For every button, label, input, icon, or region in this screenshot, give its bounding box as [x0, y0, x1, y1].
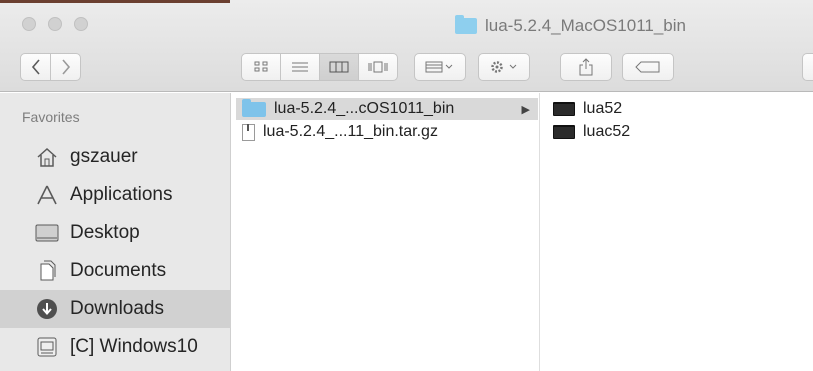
- sidebar-item-label: Desktop: [70, 222, 140, 243]
- view-mode-control: [241, 53, 398, 81]
- forward-button[interactable]: [50, 53, 81, 81]
- sidebar-item-label: [C] Windows10: [70, 336, 198, 357]
- drive-icon: [34, 334, 60, 360]
- sidebar-item-downloads[interactable]: Downloads: [0, 290, 231, 328]
- list-item-folder[interactable]: lua-5.2.4_...cOS1011_bin ▶: [236, 98, 538, 120]
- finder-window: lua-5.2.4_MacOS1011_bin Favorites gszaue…: [0, 0, 813, 371]
- arrange-icon: [425, 61, 453, 73]
- browser-column-2: lua52 luac52: [541, 93, 813, 371]
- cover-flow-button[interactable]: [358, 53, 398, 81]
- list-item-luac52[interactable]: luac52: [553, 121, 813, 143]
- zoom-button[interactable]: [74, 17, 88, 31]
- nav-buttons: [20, 53, 81, 81]
- browser-column-1: lua-5.2.4_...cOS1011_bin ▶ lua-5.2.4_...…: [232, 93, 540, 371]
- back-button[interactable]: [20, 53, 51, 81]
- chevron-left-icon: [31, 59, 40, 75]
- sidebar-item-label: Documents: [70, 260, 167, 281]
- window-title: lua-5.2.4_MacOS1011_bin: [455, 15, 686, 36]
- sidebar-item-label: Applications: [70, 184, 173, 205]
- gear-icon: [491, 61, 517, 73]
- executable-icon: [553, 102, 575, 116]
- applications-icon: [34, 182, 60, 208]
- arrange-button[interactable]: [414, 53, 466, 81]
- sidebar: Favorites gszauer Applications Desktop D…: [0, 93, 231, 371]
- sidebar-item-applications[interactable]: Applications: [0, 176, 231, 214]
- file-name: lua-5.2.4_...11_bin.tar.gz: [263, 123, 438, 140]
- icon-view-icon: [254, 61, 268, 72]
- folder-icon: [242, 98, 266, 117]
- minimize-button[interactable]: [48, 17, 62, 31]
- file-name: lua52: [583, 100, 623, 117]
- file-name: luac52: [583, 123, 631, 140]
- list-item-archive[interactable]: lua-5.2.4_...11_bin.tar.gz: [242, 121, 532, 143]
- tags-button[interactable]: [622, 53, 674, 81]
- sidebar-item-label: Downloads: [70, 298, 164, 319]
- search-field-edge[interactable]: [802, 53, 813, 81]
- executable-icon: [553, 125, 575, 139]
- share-icon: [579, 58, 593, 76]
- desktop-icon: [34, 220, 60, 246]
- sidebar-item-windows10[interactable]: [C] Windows10: [0, 328, 231, 366]
- home-icon: [34, 144, 60, 170]
- list-view-button[interactable]: [280, 53, 320, 81]
- tag-icon: [635, 61, 660, 73]
- window-edge-strip: [0, 0, 230, 3]
- folder-icon: [455, 15, 477, 34]
- share-button[interactable]: [560, 53, 612, 81]
- chevron-right-icon: [61, 59, 70, 75]
- downloads-icon: [34, 296, 60, 322]
- sidebar-item-desktop[interactable]: Desktop: [0, 214, 231, 252]
- list-view-icon: [292, 62, 308, 72]
- column-view-icon: [329, 61, 349, 73]
- action-button[interactable]: [478, 53, 530, 81]
- window-title-text: lua-5.2.4_MacOS1011_bin: [485, 16, 686, 35]
- sidebar-item-gszauer[interactable]: gszauer: [0, 138, 231, 176]
- documents-icon: [34, 258, 60, 284]
- sidebar-item-documents[interactable]: Documents: [0, 252, 231, 290]
- disclosure-arrow-icon: ▶: [521, 103, 530, 116]
- cover-flow-icon: [368, 61, 388, 73]
- column-view-button[interactable]: [319, 53, 359, 81]
- titlebar: lua-5.2.4_MacOS1011_bin: [0, 0, 813, 92]
- icon-view-button[interactable]: [241, 53, 281, 81]
- sidebar-heading: Favorites: [22, 109, 80, 125]
- close-button[interactable]: [22, 17, 36, 31]
- list-item-lua52[interactable]: lua52: [553, 98, 813, 120]
- file-name: lua-5.2.4_...cOS1011_bin: [274, 100, 455, 117]
- sidebar-item-label: gszauer: [70, 146, 138, 167]
- archive-icon: [242, 123, 255, 141]
